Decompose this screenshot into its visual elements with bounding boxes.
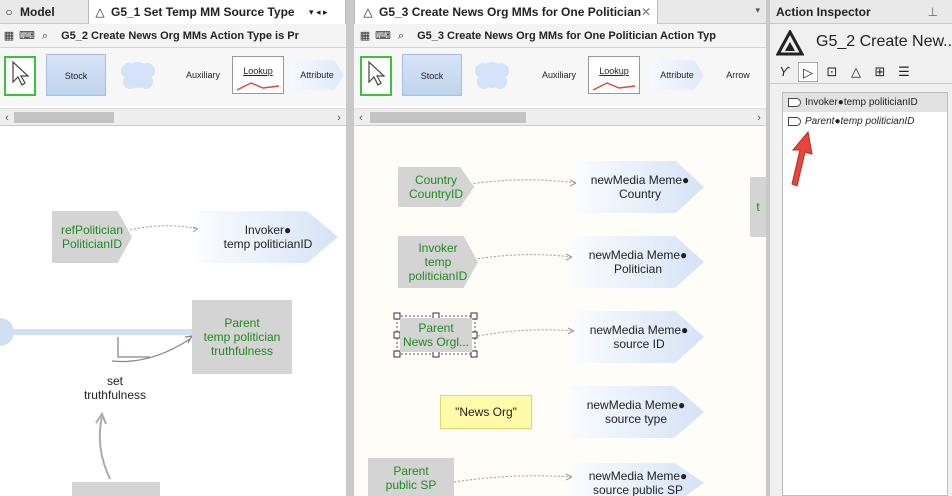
tab-g5-1[interactable]: △ G5_1 Set Temp MM Source Type ▾ ◂ ▸ — [88, 0, 346, 24]
stock-tool[interactable]: Stock — [46, 54, 106, 96]
lookup-tool[interactable]: Lookup — [232, 56, 284, 94]
pointer-tool[interactable] — [360, 56, 392, 96]
middle-palette: Stock Auxiliary Lookup Attribute Arrow — [354, 48, 766, 106]
table-icon[interactable]: ▦ — [0, 24, 18, 47]
triangle-icon: △ — [363, 5, 373, 19]
scroll-left-icon[interactable]: ‹ — [354, 109, 368, 127]
tab-g5-3[interactable]: △ G5_3 Create News Org MMs for One Politi… — [354, 0, 658, 24]
annotation-arrow-icon — [791, 130, 813, 187]
left-horizontal-scrollbar[interactable]: ‹ › — [0, 108, 346, 126]
node-right-partial[interactable]: t — [750, 177, 766, 237]
stock-tool[interactable]: Stock — [402, 54, 462, 96]
zoom-icon[interactable]: ⌕ — [392, 24, 410, 47]
left-tab-bar: ○ Model △ G5_1 Set Temp MM Source Type ▾ ◂… — [0, 0, 346, 24]
triangle-icon: △ — [95, 5, 105, 19]
keyboard-icon[interactable]: ⌨ — [374, 24, 392, 47]
tab-dropdown-icon[interactable]: ▾ — [755, 5, 760, 16]
keyboard-icon[interactable]: ⌨ — [18, 24, 36, 47]
inspector-heading: G5_2 Create New... — [770, 24, 952, 60]
tab-triangle-icon[interactable]: △ — [846, 62, 866, 82]
arrow-tool[interactable]: Arrow — [716, 54, 760, 96]
cloud-icon — [121, 62, 155, 89]
lookup-tool[interactable]: Lookup — [588, 56, 640, 94]
node-parent-truthfulness[interactable]: Parent temp politician truthfulness — [192, 300, 292, 374]
close-tab-icon[interactable]: ✕ — [641, 0, 651, 24]
cursor-icon — [368, 60, 386, 86]
scroll-thumb[interactable] — [14, 112, 114, 123]
pin-icon[interactable]: ⊥ — [928, 0, 938, 24]
tab-hierarchy-icon[interactable]: ⊞ — [870, 62, 890, 82]
node-invoker-politician[interactable]: Invoker temp politicianID — [398, 236, 478, 288]
node-bottom-partial[interactable] — [72, 482, 160, 496]
cloud-icon — [475, 62, 509, 89]
left-palette: Stock Auxiliary Lookup Attribute — [0, 48, 346, 106]
lookup-curve-icon — [592, 82, 636, 91]
middle-tab-bar: △ G5_3 Create News Org MMs for One Politi… — [354, 0, 766, 24]
tab-attribute-icon[interactable]: ▷ — [798, 62, 818, 82]
middle-subtitle-bar: ▦ ⌨ ⌕ G5_3 Create News Org MMs for One Pol… — [354, 24, 766, 48]
constant-news-org[interactable]: "News Org" — [440, 395, 532, 429]
left-diagram-canvas[interactable]: refPolitician PoliticianID Invoker● temp… — [0, 127, 346, 496]
attribute-tag-icon — [788, 117, 801, 126]
zoom-icon[interactable]: ⌕ — [36, 24, 54, 47]
tab-dropdown-icon[interactable]: ▾ ◂ ▸ — [309, 0, 328, 24]
lookup-curve-icon — [236, 82, 280, 91]
attribute-tool[interactable]: Attribute — [290, 60, 344, 90]
left-model-pane: ○ Model △ G5_1 Set Temp MM Source Type ▾ ◂… — [0, 0, 346, 496]
auxiliary-tool[interactable]: Auxiliary — [116, 54, 226, 96]
scroll-right-icon[interactable]: › — [332, 109, 346, 127]
circle-icon: ○ — [5, 5, 13, 19]
inspector-title-bar: Action Inspector ⊥ — [770, 0, 952, 24]
middle-horizontal-scrollbar[interactable]: ‹ › — [354, 108, 766, 126]
scroll-left-icon[interactable]: ‹ — [0, 109, 14, 127]
tab-list-icon[interactable]: ☰ — [894, 62, 914, 82]
auxiliary-tool[interactable]: Auxiliary — [470, 54, 582, 96]
node-ref-politician[interactable]: refPolitician PoliticianID — [52, 211, 132, 263]
attribute-tool[interactable]: Attribute — [650, 60, 704, 90]
node-parent-news-org[interactable]: Parent News Orgl... — [400, 318, 472, 352]
flow-set-truthfulness[interactable]: set truthfulness — [70, 371, 160, 405]
inspector-tab-strip: ϒ ▷ ⊡ △ ⊞ ☰ — [770, 60, 952, 84]
scroll-thumb[interactable] — [370, 112, 526, 123]
cursor-icon — [12, 60, 30, 86]
list-item[interactable]: Invoker●temp politicianID — [783, 93, 947, 112]
middle-model-pane: △ G5_3 Create News Org MMs for One Politi… — [354, 0, 766, 496]
tab-model[interactable]: ○ Model — [2, 0, 86, 24]
triangle-icon — [776, 30, 804, 56]
pointer-tool[interactable] — [4, 56, 36, 96]
scroll-right-icon[interactable]: › — [752, 109, 766, 127]
node-country[interactable]: Country CountryID — [398, 167, 474, 207]
attribute-tag-icon — [788, 98, 801, 107]
table-icon[interactable]: ▦ — [356, 24, 374, 47]
tab-formula-icon[interactable]: ϒ — [774, 62, 794, 82]
action-inspector-panel: Action Inspector ⊥ G5_2 Create New... ϒ … — [770, 0, 952, 496]
node-parent-public-sp[interactable]: Parent public SP — [368, 458, 454, 496]
middle-diagram-canvas[interactable]: Country CountryID Invoker temp politicia… — [354, 127, 766, 496]
left-connections — [0, 225, 200, 480]
left-subtitle-bar: ▦ ⌨ ⌕ G5_2 Create News Org MMs Action Type… — [0, 24, 346, 48]
tab-assign-icon[interactable]: ⊡ — [822, 62, 842, 82]
